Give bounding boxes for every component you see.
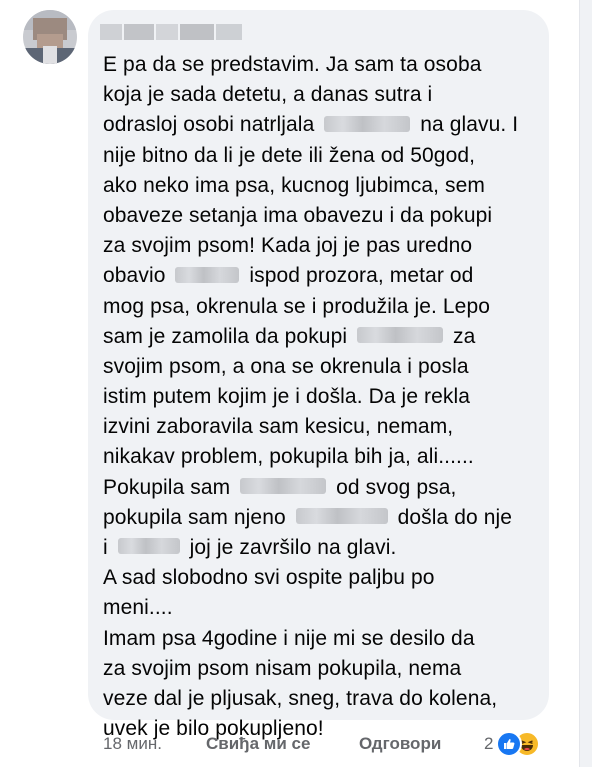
comment-text-segment: Imam psa 4godine i nije mi se desilo da bbox=[103, 626, 475, 650]
comment-text-segment: za svojim psom nisam pokupila, nema bbox=[103, 656, 462, 680]
comment-line: istim putem kojim je i došla. Da je rekl… bbox=[103, 382, 543, 412]
comment-line: koja je sada detetu, a danas sutra i bbox=[103, 80, 543, 110]
comment-text-segment: odrasloj osobi natrljala bbox=[103, 113, 321, 137]
reaction-count[interactable]: 2 bbox=[484, 734, 493, 754]
comment-line: izvini zaboravila sam kesicu, nemam, bbox=[103, 412, 543, 442]
comment-timestamp[interactable]: 18 мин. bbox=[103, 734, 162, 754]
comment-text-segment: obavio bbox=[103, 264, 172, 288]
comment-text-segment: izvini zaboravila sam kesicu, nemam, bbox=[103, 415, 454, 439]
comment-line: A sad slobodno svi ospite paljbu po bbox=[103, 563, 543, 593]
comment-line: veze dal je pljusak, sneg, trava do kole… bbox=[103, 684, 543, 714]
comment-text-segment: obaveze setanja ima obavezu i da pokupi bbox=[103, 203, 493, 227]
comment-line: meni.... bbox=[103, 593, 543, 623]
comment-text-segment: i bbox=[103, 536, 114, 559]
comment-text-segment: meni.... bbox=[103, 596, 173, 620]
comment-text-segment: istim putem kojim je i došla. Da je rekl… bbox=[103, 385, 471, 409]
comment-text-segment: E pa da se predstavim. Ja sam ta osoba bbox=[103, 53, 482, 76]
comment-author-name-blurred[interactable] bbox=[100, 20, 250, 46]
comment-text-segment: koja je sada detetu, a danas sutra i bbox=[103, 83, 433, 107]
comment-text-segment: pokupila sam njeno bbox=[103, 505, 292, 529]
like-reaction-icon bbox=[496, 731, 522, 757]
comment-actions: 18 мин. Свиђа ми се Одговори 2 bbox=[103, 730, 573, 760]
comment-text-segment: veze dal je pljusak, sneg, trava do kole… bbox=[103, 686, 498, 710]
comment-text-segment: svojim psom, a ona se okrenula i posla bbox=[103, 354, 469, 378]
comment-line: sam je zamolila da pokupi za bbox=[103, 322, 543, 352]
like-button[interactable]: Свиђа ми се bbox=[206, 734, 310, 754]
comment-text-segment: ispod prozora, metar od bbox=[243, 264, 474, 288]
comment-line: Imam psa 4godine i nije mi se desilo da bbox=[103, 624, 543, 654]
blurred-word bbox=[357, 327, 444, 344]
comment-text-segment: joj je završilo na glavi. bbox=[183, 536, 397, 559]
comment-text: E pa da se predstavim. Ja sam ta osoba ko… bbox=[103, 50, 543, 744]
comment-line: ako neko ima psa, kucnog ljubimca, sem bbox=[103, 171, 543, 201]
comment-text-segment: došla do nje bbox=[391, 505, 513, 529]
blurred-word bbox=[240, 478, 327, 495]
blurred-word bbox=[175, 266, 240, 283]
comment-line: svojim psom, a ona se okrenula i posla bbox=[103, 352, 543, 382]
comment-text-segment: nije bitno da li je dete ili žena od 50g… bbox=[103, 143, 476, 167]
comment-text-segment: A sad slobodno svi ospite paljbu po bbox=[103, 566, 435, 590]
comment-screenshot: E pa da se predstavim. Ja sam ta osoba ko… bbox=[0, 0, 592, 767]
page-edge-divider bbox=[579, 0, 592, 767]
comment-line: i joj je završilo na glavi. bbox=[103, 533, 543, 563]
blurred-word bbox=[117, 538, 180, 555]
blurred-word bbox=[324, 115, 411, 132]
comment-text-segment: za svojim psom! Kada joj je pas uredno bbox=[103, 234, 473, 258]
comment-line: Pokupila sam od svog psa, bbox=[103, 473, 543, 503]
comment-line: obavio ispod prozora, metar od bbox=[103, 261, 543, 291]
comment-line: mog psa, okrenula se i produžila je. Lep… bbox=[103, 292, 543, 322]
comment-line: obaveze setanja ima obavezu i da pokupi bbox=[103, 201, 543, 231]
blurred-word bbox=[295, 508, 388, 525]
comment-line: pokupila sam njeno došla do nje bbox=[103, 503, 543, 533]
comment-text-segment: Pokupila sam bbox=[103, 475, 237, 499]
comment-text-segment: za bbox=[447, 324, 476, 348]
comment-line: za svojim psom! Kada joj je pas uredno bbox=[103, 231, 543, 261]
reply-button[interactable]: Одговори bbox=[359, 734, 441, 754]
comment-line: E pa da se predstavim. Ja sam ta osoba bbox=[103, 50, 543, 80]
comment-line: nije bitno da li je dete ili žena od 50g… bbox=[103, 141, 543, 171]
comment-line: nikakav problem, pokupila bih ja, ali...… bbox=[103, 442, 543, 472]
comment-text-segment: nikakav problem, pokupila bih ja, ali...… bbox=[103, 445, 474, 469]
comment-line: za svojim psom nisam pokupila, nema bbox=[103, 654, 543, 684]
comment-text-segment: na glavu. I bbox=[414, 113, 519, 137]
comment-text-segment: sam je zamolila da pokupi bbox=[103, 324, 354, 348]
comment-line: odrasloj osobi natrljala na glavu. I bbox=[103, 110, 543, 140]
avatar[interactable] bbox=[23, 10, 77, 64]
comment-text-segment: mog psa, okrenula se i produžila je. Lep… bbox=[103, 294, 491, 318]
comment-text-segment: ako neko ima psa, kucnog ljubimca, sem bbox=[103, 173, 485, 197]
comment-text-segment: od svog psa, bbox=[330, 475, 457, 499]
reaction-icons[interactable] bbox=[496, 731, 544, 757]
